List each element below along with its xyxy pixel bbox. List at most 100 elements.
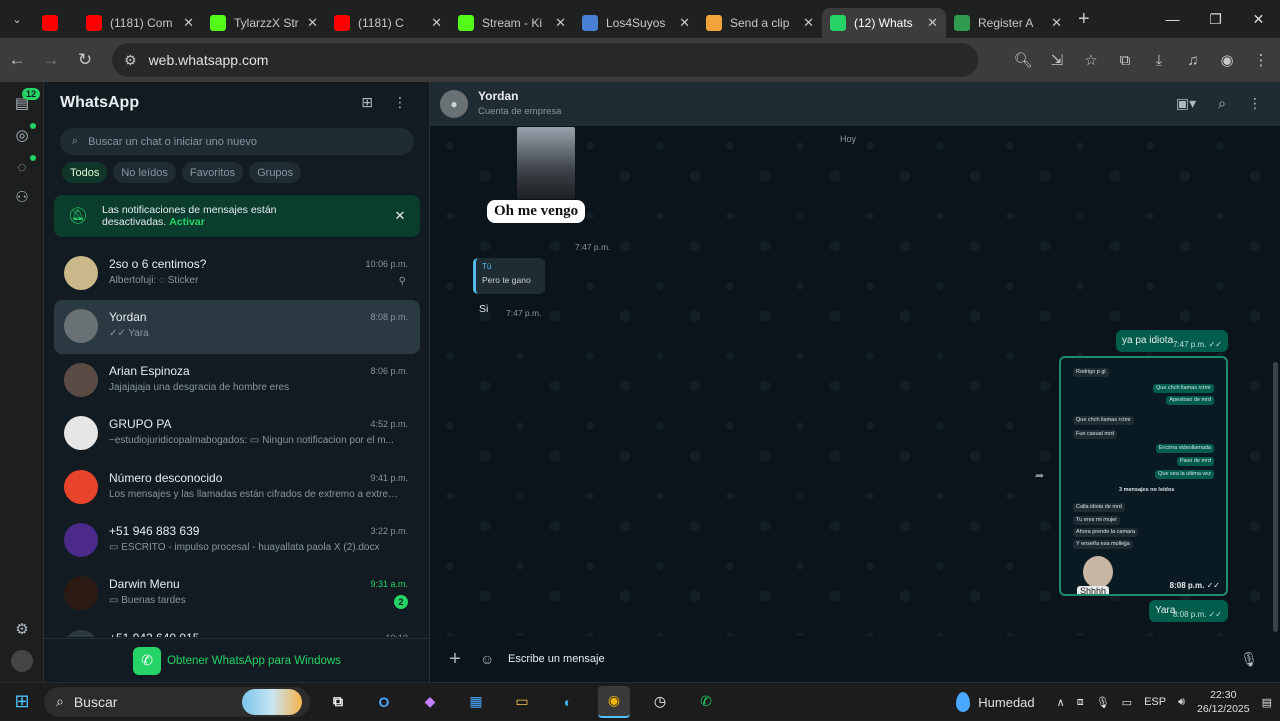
browser-menu-icon[interactable]: ⋮	[1250, 51, 1272, 69]
new-tab-button[interactable]: +	[1078, 8, 1090, 31]
notifications-icon[interactable]: ▤	[1262, 696, 1272, 709]
chat-search[interactable]: ⌕	[60, 128, 414, 155]
chat-time: 9:31 a.m.	[370, 579, 408, 590]
taskbar-search[interactable]: ⌕ Buscar	[44, 686, 310, 717]
tab-title: (12) Whats	[854, 16, 913, 30]
search-messages-icon[interactable]: ⌕	[1218, 95, 1226, 112]
file-explorer-icon[interactable]: ▭	[506, 686, 538, 718]
clock-app-icon[interactable]: ◷	[644, 686, 676, 718]
outgoing-message[interactable]: ya pa idiota 7:47 p.m. ✓✓	[1116, 330, 1228, 352]
attach-icon[interactable]: +	[430, 648, 480, 671]
video-call-icon[interactable]: ▣▾	[1176, 95, 1196, 112]
clip-icon	[706, 15, 722, 31]
browser-tab[interactable]	[34, 8, 78, 38]
activate-notifications-link[interactable]: Activar	[169, 216, 205, 228]
store-icon[interactable]: ▦	[460, 686, 492, 718]
chat-list-item[interactable]: 2so o 6 centimos? Albertofuji: ◌ Sticker 1…	[54, 247, 420, 300]
close-banner-icon[interactable]: ✕	[380, 208, 420, 224]
conversation-header[interactable]: ● Yordan Cuenta de empresa ▣▾ ⌕ ⋮	[430, 82, 1280, 126]
chat-menu-icon[interactable]: ⋮	[1248, 95, 1262, 112]
browser-tab[interactable]: (12) Whats ✕	[822, 8, 946, 38]
chrome-icon[interactable]: ◉	[598, 685, 630, 718]
tray-overflow-icon[interactable]: ∧	[1057, 696, 1065, 709]
site-info-icon[interactable]: ⚙	[124, 52, 137, 69]
bookmark-star-icon[interactable]: ☆	[1080, 51, 1102, 69]
whatsapp-app: ▤ 12 ◎ ◌ ⚇ ⚙ WhatsApp ⊞ ⋮ ⌕ Todos No leí…	[0, 82, 1280, 682]
forward-icon[interactable]: →	[34, 50, 68, 70]
weather-widget[interactable]: Humedad	[956, 692, 1035, 712]
outgoing-message-2[interactable]: Yara 8:08 p.m. ✓✓	[1149, 600, 1228, 622]
forward-icon[interactable]: ➦	[1035, 469, 1044, 482]
filter-chip-unread[interactable]: No leídos	[113, 162, 176, 183]
chat-list-item[interactable]: Yordan ✓✓ Yara 8:08 p.m.	[54, 300, 420, 354]
chat-preview: Los mensajes y las llamadas están cifrad…	[109, 488, 399, 500]
new-chat-icon[interactable]: ⊞	[361, 94, 373, 111]
restore-icon[interactable]: ❐	[1194, 0, 1237, 38]
chat-list-item[interactable]: GRUPO PA ~estudiojuridicopalmabogados: ▭ …	[54, 407, 420, 460]
sticker-image[interactable]	[517, 127, 575, 199]
screenshot-image-message[interactable]: Shhhh 8:08 p.m. ✓✓ Rodrigo p gl Que chch …	[1059, 356, 1228, 596]
task-view-icon[interactable]: ⧉	[322, 686, 354, 718]
media-control-icon[interactable]: ♫	[1182, 52, 1204, 69]
filter-chip-favorites[interactable]: Favoritos	[181, 162, 244, 183]
browser-tab[interactable]: (1181) C ✕	[326, 8, 450, 38]
chat-scrollbar[interactable]	[1273, 362, 1278, 632]
browser-tab[interactable]: (1181) Com ✕	[78, 8, 202, 38]
close-window-icon[interactable]: ✕	[1237, 0, 1280, 38]
filter-chip-all[interactable]: Todos	[62, 162, 108, 183]
unread-badge: 12	[22, 88, 41, 100]
browser-tab[interactable]: TylarzzX Str ✕	[202, 8, 326, 38]
language-indicator[interactable]: ESP	[1144, 696, 1166, 708]
copilot-icon[interactable]: ◆	[414, 686, 446, 718]
chat-search-input[interactable]	[88, 135, 389, 148]
contact-avatar[interactable]: ●	[440, 90, 468, 118]
back-icon[interactable]: ←	[0, 50, 34, 70]
minimize-icon[interactable]: —	[1151, 0, 1194, 38]
volume-icon[interactable]: 🔊︎	[1178, 696, 1185, 709]
close-tab-icon[interactable]: ✕	[431, 15, 442, 31]
browser-tab[interactable]: Stream - Ki ✕	[450, 8, 574, 38]
get-windows-app-link[interactable]: ✆ Obtener WhatsApp para Windows	[44, 638, 430, 682]
tray-app-icon[interactable]: ⧈	[1077, 696, 1084, 709]
downloads-icon[interactable]: ⤓	[1148, 52, 1170, 69]
browser-tab[interactable]: Los4Suyos ✕	[574, 8, 698, 38]
browser-tab[interactable]: Register A ✕	[946, 8, 1070, 38]
chat-list-item[interactable]: Arian Espinoza Jajajajaja una desgracia d…	[54, 354, 420, 407]
browser-tab[interactable]: Send a clip ✕	[698, 8, 822, 38]
chat-list-item[interactable]: Número desconocido Los mensajes y las lla…	[54, 461, 420, 514]
close-tab-icon[interactable]: ✕	[307, 15, 318, 31]
close-tab-icon[interactable]: ✕	[803, 15, 814, 31]
close-tab-icon[interactable]: ✕	[679, 15, 690, 31]
emoji-icon[interactable]: ☺	[480, 651, 502, 667]
windows-start-icon[interactable]: ⊞	[0, 691, 44, 712]
reload-icon[interactable]: ↻	[68, 50, 102, 70]
microphone-icon[interactable]: 🎙︎	[1240, 651, 1258, 668]
network-icon[interactable]: ▭	[1122, 696, 1132, 709]
outlook-icon[interactable]: O	[368, 686, 400, 718]
url-field[interactable]: ⚙ web.whatsapp.com	[112, 43, 978, 77]
edge-icon[interactable]: ◐	[552, 686, 584, 718]
sidebar-menu-icon[interactable]: ⋮	[393, 94, 407, 111]
tab-title: Stream - Ki	[482, 16, 543, 30]
taskbar-whatsapp-icon[interactable]: ✆	[690, 686, 722, 718]
install-app-icon[interactable]: ⇲	[1046, 51, 1068, 69]
quoted-reply[interactable]: Tú Pero te gano	[473, 258, 545, 294]
close-tab-icon[interactable]: ✕	[555, 15, 566, 31]
system-clock[interactable]: 22:30 26/12/2025	[1197, 688, 1250, 716]
tab-search-chevron-icon[interactable]: ⌄	[0, 0, 34, 38]
chat-list-item[interactable]: +51 942 640 015 10:10	[54, 621, 420, 637]
chat-list-item[interactable]: +51 946 883 639 ▭ ESCRITO - impulso proce…	[54, 514, 420, 567]
settings-icon[interactable]: ⚙	[11, 618, 33, 640]
communities-icon[interactable]: ⚇	[11, 186, 33, 208]
message-input[interactable]	[508, 653, 1208, 665]
zoom-icon[interactable]: 🔍︎	[1012, 51, 1034, 69]
profile-avatar-icon[interactable]	[11, 650, 33, 672]
filter-chip-groups[interactable]: Grupos	[249, 162, 302, 183]
chat-list-item[interactable]: Darwin Menu ▭ Buenas tardes 9:31 a.m. 2	[54, 567, 420, 620]
close-tab-icon[interactable]: ✕	[183, 15, 194, 31]
profile-icon[interactable]: ◉	[1216, 51, 1238, 69]
close-tab-icon[interactable]: ✕	[927, 15, 938, 31]
close-tab-icon[interactable]: ✕	[1051, 15, 1062, 31]
extensions-icon[interactable]: ⧉	[1114, 52, 1136, 69]
tray-mic-icon[interactable]: 🎙︎	[1096, 696, 1110, 709]
